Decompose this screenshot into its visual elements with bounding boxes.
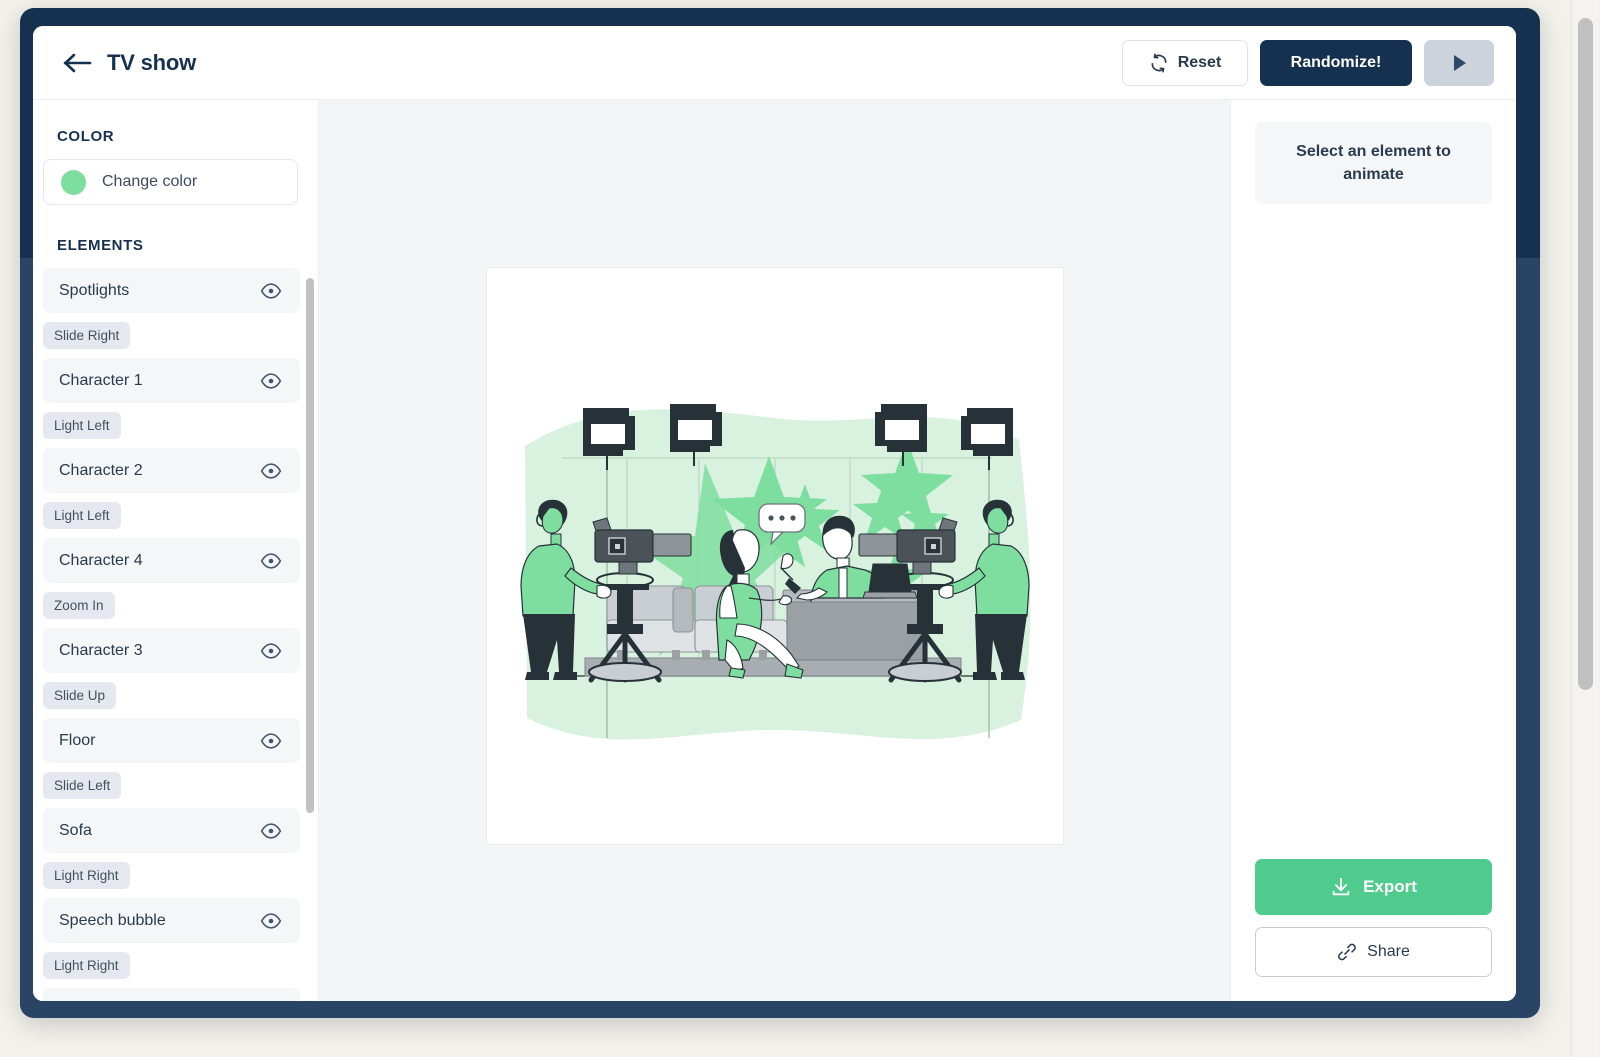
element-row[interactable]: Character 3	[43, 628, 300, 673]
share-button[interactable]: Share	[1255, 927, 1492, 977]
right-panel: Select an element to animate Export	[1230, 100, 1516, 1001]
element-animation-wrap: Light Left	[43, 493, 300, 538]
element-animation-wrap: Slide Left	[43, 763, 300, 808]
share-button-label: Share	[1367, 943, 1410, 961]
page-title: TV show	[107, 50, 196, 76]
eye-icon[interactable]	[260, 910, 282, 932]
element-name: Sofa	[59, 822, 260, 840]
eye-icon[interactable]	[260, 280, 282, 302]
eye-icon[interactable]	[260, 640, 282, 662]
element-name: Speech bubble	[59, 912, 260, 930]
eye-icon[interactable]	[260, 550, 282, 572]
change-color-button[interactable]: Change color	[43, 159, 298, 205]
animation-tag[interactable]: Slide Left	[43, 772, 121, 799]
randomize-button[interactable]: Randomize!	[1260, 40, 1412, 86]
elements-list[interactable]: Spotlights Slide Right Character 1 Light Le…	[33, 268, 318, 1001]
element-animation-wrap: Light Right	[43, 853, 300, 898]
animation-tag[interactable]: Light Right	[43, 862, 130, 889]
element-row[interactable]: Floor	[43, 718, 300, 763]
eye-icon[interactable]	[260, 370, 282, 392]
link-icon	[1337, 942, 1357, 962]
eye-icon[interactable]	[260, 820, 282, 842]
element-animation-wrap: Light Left	[43, 403, 300, 448]
play-button[interactable]	[1424, 40, 1494, 86]
refresh-icon	[1149, 53, 1169, 73]
animation-tag[interactable]: Slide Right	[43, 322, 130, 349]
play-icon	[1447, 51, 1471, 75]
elements-rows: Spotlights Slide Right Character 1 Light Le…	[43, 268, 300, 1001]
tv-show-illustration	[521, 404, 1031, 740]
animation-tag[interactable]: Light Left	[43, 412, 121, 439]
animation-tag[interactable]: Light Left	[43, 502, 121, 529]
element-animation-wrap: Light Right	[43, 943, 300, 988]
artboard[interactable]	[486, 267, 1064, 845]
element-row[interactable]: Wall	[43, 988, 300, 1001]
reset-button[interactable]: Reset	[1122, 40, 1248, 86]
color-swatch	[61, 170, 86, 195]
arrow-left-icon	[63, 52, 93, 74]
elements-scrollbar-thumb[interactable]	[306, 278, 314, 813]
app-window: TV show Reset Randomize! COLOR	[33, 26, 1516, 1001]
eye-icon[interactable]	[260, 460, 282, 482]
page-scrollbar-thumb[interactable]	[1578, 18, 1593, 690]
color-section: COLOR Change color	[33, 100, 318, 205]
eye-icon[interactable]	[260, 730, 282, 752]
element-row[interactable]: Speech bubble	[43, 898, 300, 943]
element-name: Character 2	[59, 462, 260, 480]
back-button[interactable]	[57, 42, 99, 84]
element-name: Floor	[59, 732, 260, 750]
left-sidebar: COLOR Change color ELEMENTS Spotlights Sl…	[33, 100, 319, 1001]
element-animation-wrap: Slide Right	[43, 313, 300, 358]
color-section-heading: COLOR	[43, 128, 298, 145]
app-header: TV show Reset Randomize!	[33, 26, 1516, 100]
element-row[interactable]: Spotlights	[43, 268, 300, 313]
element-name: Character 3	[59, 642, 260, 660]
element-row[interactable]: Character 1	[43, 358, 300, 403]
element-name: Character 4	[59, 552, 260, 570]
element-animation-wrap: Zoom In	[43, 583, 300, 628]
elements-section-heading: ELEMENTS	[33, 205, 318, 254]
backdrop-blob	[525, 409, 1031, 739]
right-panel-actions: Export Share	[1255, 859, 1492, 1001]
download-icon	[1330, 876, 1352, 898]
element-row[interactable]: Character 2	[43, 448, 300, 493]
randomize-button-label: Randomize!	[1291, 54, 1382, 72]
animation-tag[interactable]: Slide Up	[43, 682, 116, 709]
export-button[interactable]: Export	[1255, 859, 1492, 915]
eye-icon[interactable]	[260, 1000, 282, 1002]
animation-tag[interactable]: Light Right	[43, 952, 130, 979]
export-button-label: Export	[1363, 877, 1417, 897]
change-color-label: Change color	[102, 173, 197, 191]
canvas-area	[319, 100, 1230, 1001]
element-name: Spotlights	[59, 282, 260, 300]
app-body: COLOR Change color ELEMENTS Spotlights Sl…	[33, 100, 1516, 1001]
element-animation-wrap: Slide Up	[43, 673, 300, 718]
animation-tag[interactable]: Zoom In	[43, 592, 115, 619]
element-row[interactable]: Sofa	[43, 808, 300, 853]
select-element-hint: Select an element to animate	[1255, 122, 1492, 204]
element-name: Character 1	[59, 372, 260, 390]
element-row[interactable]: Character 4	[43, 538, 300, 583]
reset-button-label: Reset	[1178, 54, 1222, 72]
